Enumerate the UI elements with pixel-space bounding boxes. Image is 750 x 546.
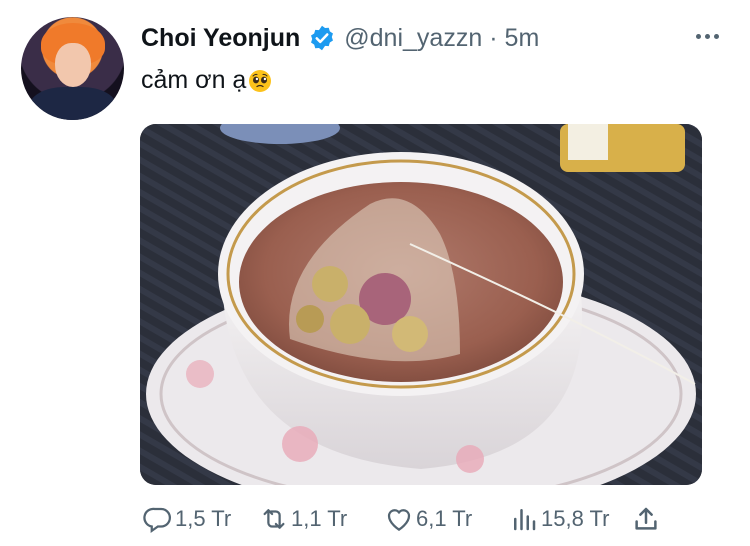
more-options-icon[interactable] <box>694 24 724 50</box>
tweet-photo[interactable] <box>140 124 702 485</box>
separator-dot: · <box>489 23 498 52</box>
author-avatar[interactable] <box>21 17 124 120</box>
retweet-action[interactable]: 1,1 Tr <box>259 503 347 535</box>
author-handle[interactable]: @dni_yazzn <box>344 24 482 53</box>
avatar-face <box>55 43 91 87</box>
tweet-header: Choi Yeonjun @dni_yazzn · 5m <box>141 22 539 54</box>
avatar-shirt <box>29 87 117 120</box>
share-action[interactable] <box>631 503 663 535</box>
reply-icon <box>143 507 171 534</box>
tweet-timestamp[interactable]: 5m <box>505 24 540 53</box>
tea-cup-photo <box>140 124 702 485</box>
views-count: 15,8 Tr <box>541 506 610 531</box>
heart-icon <box>387 509 411 531</box>
retweet-icon <box>263 509 285 529</box>
verified-badge-icon <box>311 25 334 51</box>
share-upload-icon <box>635 507 657 530</box>
tweet-actions: 1,5 Tr 1,1 Tr 6,1 Tr 15,8 Tr <box>143 503 743 535</box>
like-action[interactable]: 6,1 Tr <box>384 503 472 535</box>
tweet-text-content: cảm ơn ạ <box>141 66 247 94</box>
reply-action[interactable]: 1,5 Tr <box>143 503 231 535</box>
like-count: 6,1 Tr <box>416 506 473 531</box>
retweet-count: 1,1 Tr <box>291 506 348 531</box>
views-action[interactable]: 15,8 Tr <box>509 503 609 535</box>
author-name[interactable]: Choi Yeonjun <box>141 24 300 53</box>
pleading-face-emoji-icon <box>249 69 272 92</box>
reply-count: 1,5 Tr <box>175 506 232 531</box>
tweet-text: cảm ơn ạ <box>141 66 272 95</box>
views-bar-chart-icon <box>514 509 536 531</box>
